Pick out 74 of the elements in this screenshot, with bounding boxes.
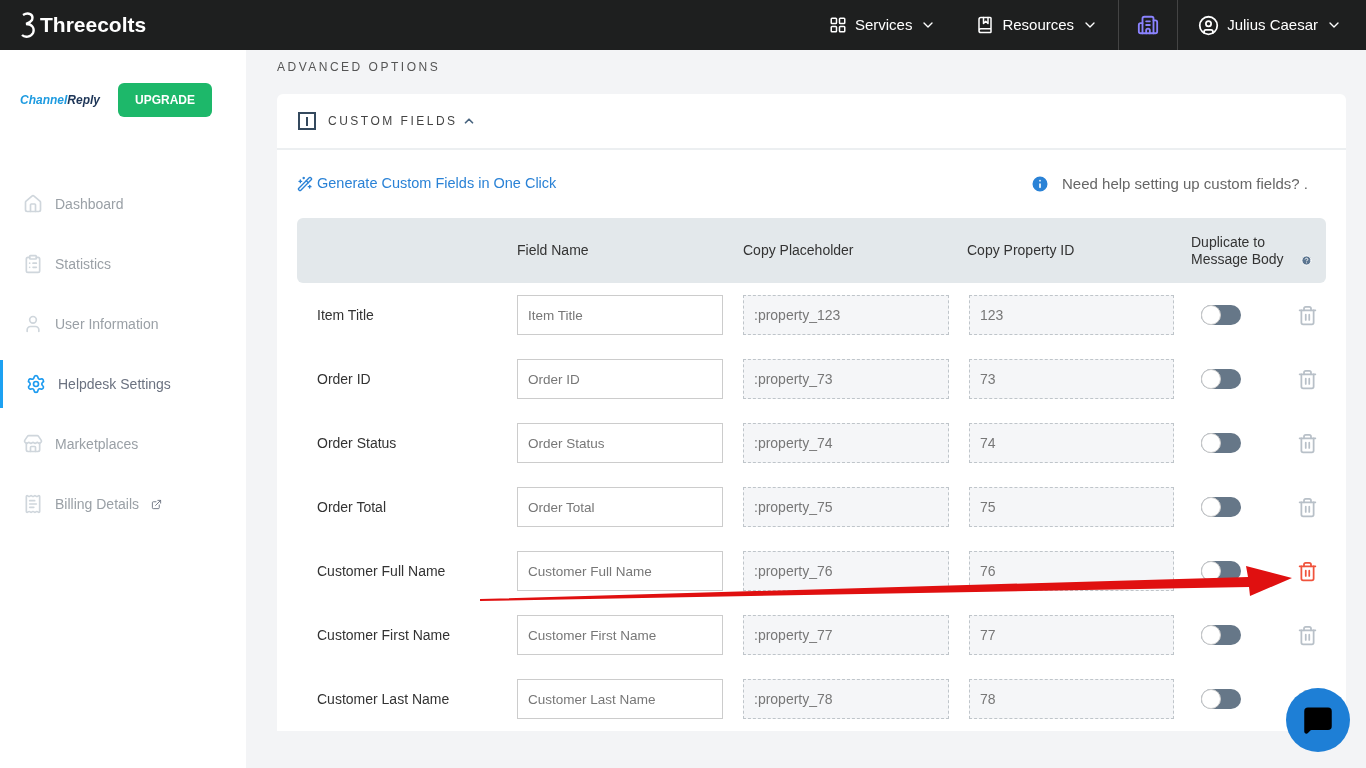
sidebar-label: Marketplaces (55, 434, 139, 454)
field-label: Order ID (316, 369, 371, 389)
column-header: Copy Placeholder (743, 241, 854, 260)
copy-placeholder-field[interactable]: :property_75 (743, 487, 949, 527)
column-header: Duplicate to Message Body (1191, 233, 1285, 268)
copy-placeholder-field[interactable]: :property_73 (743, 359, 949, 399)
field-name-input[interactable]: Item Title (517, 295, 723, 335)
info-icon (1030, 174, 1050, 194)
sidebar-label: Dashboard (55, 194, 124, 214)
house-icon (23, 194, 43, 214)
user-menu[interactable]: Julius Caesar (1177, 0, 1366, 50)
toggle-switch[interactable] (1201, 433, 1241, 453)
property-id-field[interactable]: 123 (969, 295, 1174, 335)
nav-menu[interactable]: Resources (956, 0, 1119, 50)
field-name-input[interactable]: Order Status (517, 423, 723, 463)
column-header: Copy Property ID (967, 241, 1075, 260)
toggle-switch[interactable] (1201, 497, 1241, 517)
user-icon (1198, 14, 1220, 36)
sidebar-item[interactable]: User Information (0, 300, 246, 348)
sidebar-label: Billing Details (55, 494, 140, 514)
field-name-input[interactable]: Customer Full Name (517, 551, 723, 591)
help-text: Need help setting up custom fields? . (1062, 173, 1308, 194)
section-toggle[interactable]: CUSTOM FIELDS (328, 112, 476, 130)
property-id-field[interactable]: 78 (969, 679, 1174, 719)
sidebar-item[interactable]: Helpdesk Settings (0, 360, 246, 408)
field-label: Customer Full Name (316, 561, 446, 581)
grid-icon (828, 16, 847, 34)
sidebar-item[interactable]: Billing Details (0, 480, 246, 528)
sidebar-item[interactable]: Marketplaces (0, 420, 246, 468)
property-id-field[interactable]: 74 (969, 423, 1174, 463)
field-label: Order Status (316, 433, 397, 453)
field-name-input[interactable]: Customer Last Name (517, 679, 723, 719)
field-name-input[interactable]: Customer First Name (517, 615, 723, 655)
sidebar-label: Statistics (55, 254, 111, 274)
user-icon (23, 314, 43, 334)
nav-menu[interactable]: Services (808, 0, 957, 50)
column-header: Field Name (517, 241, 589, 260)
field-label: Order Total (316, 497, 386, 517)
upgrade-button[interactable]: UPGRADE (118, 83, 212, 117)
copy-placeholder-field[interactable]: :property_77 (743, 615, 949, 655)
books-icon (976, 16, 995, 34)
copy-placeholder-field[interactable]: :property_74 (743, 423, 949, 463)
help-icon (1301, 254, 1312, 266)
text-cursor-icon (298, 112, 316, 130)
field-label: Item Title (316, 305, 374, 325)
property-id-field[interactable]: 77 (969, 615, 1174, 655)
property-id-field[interactable]: 73 (969, 359, 1174, 399)
brand-name: Threecolts (40, 12, 147, 39)
toggle-switch[interactable] (1201, 305, 1241, 325)
section-title: ADVANCED OPTIONS (277, 59, 441, 76)
field-name-input[interactable]: Order ID (517, 359, 723, 399)
delete-icon[interactable] (1297, 560, 1318, 582)
receipt-icon (23, 494, 43, 514)
chat-icon (1303, 705, 1333, 735)
copy-placeholder-field[interactable]: :property_76 (743, 551, 949, 591)
copy-placeholder-field[interactable]: :property_78 (743, 679, 949, 719)
toggle-switch[interactable] (1201, 689, 1241, 709)
generate-link[interactable]: Generate Custom Fields in One Click (297, 173, 557, 195)
building-icon[interactable] (1137, 14, 1160, 36)
toggle-switch[interactable] (1201, 369, 1241, 389)
field-name-input[interactable]: Order Total (517, 487, 723, 527)
sidebar-item[interactable]: Dashboard (0, 180, 246, 228)
sidebar-label: Helpdesk Settings (58, 374, 171, 394)
settings-icon (26, 374, 46, 394)
copy-placeholder-field[interactable]: :property_123 (743, 295, 949, 335)
sidebar-label: User Information (55, 314, 159, 334)
store-icon (23, 434, 43, 454)
clipboard-icon (23, 254, 43, 274)
property-id-field[interactable]: 75 (969, 487, 1174, 527)
field-label: Customer Last Name (316, 689, 450, 709)
toggle-switch[interactable] (1201, 625, 1241, 645)
magic-wand-icon (297, 176, 313, 192)
field-label: Customer First Name (316, 625, 451, 645)
sidebar-item[interactable]: Statistics (0, 240, 246, 288)
